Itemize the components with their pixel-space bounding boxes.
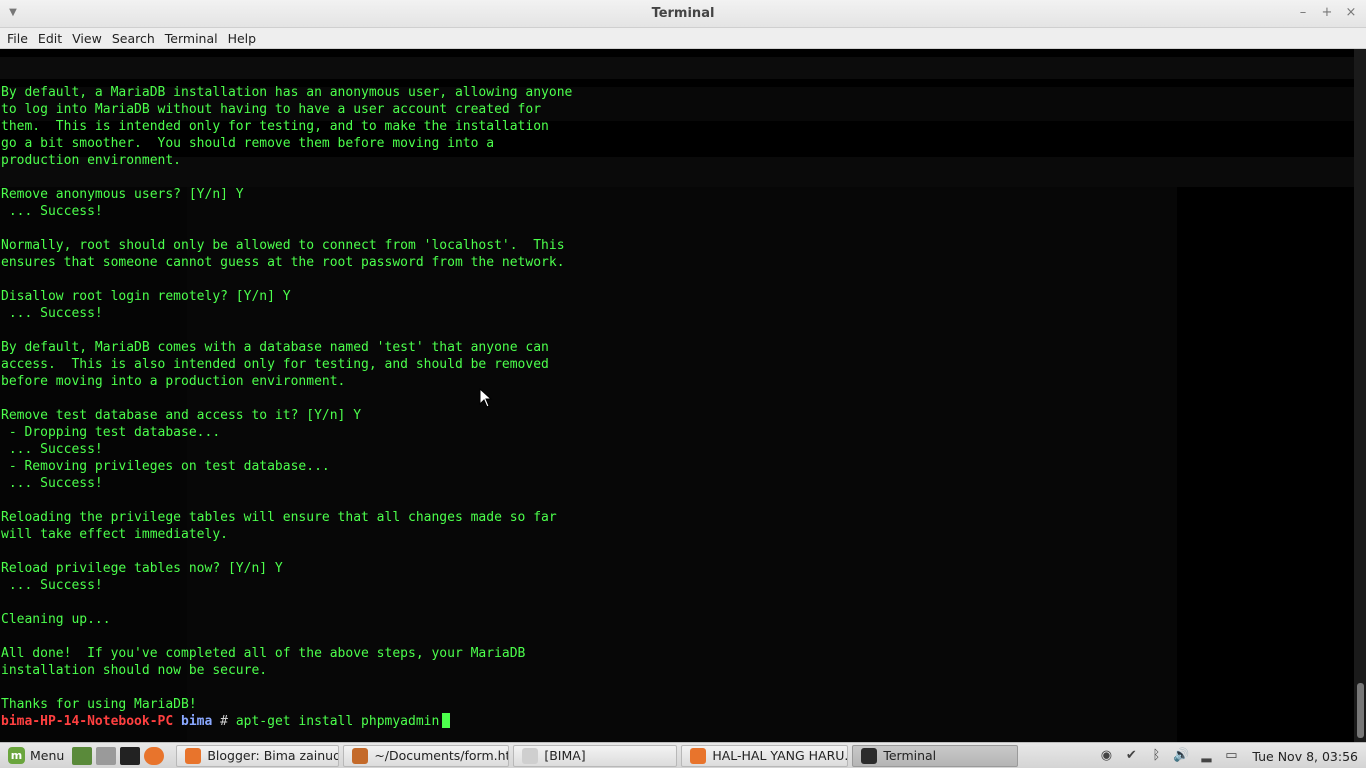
menu-terminal[interactable]: Terminal xyxy=(160,31,223,46)
terminal-line: Disallow root login remotely? [Y/n] Y xyxy=(1,289,291,304)
task-app-icon xyxy=(690,747,707,764)
task-app-icon xyxy=(352,747,369,764)
taskbar-task[interactable]: Terminal xyxy=(852,744,1019,767)
background-window-ghost xyxy=(0,57,1366,79)
clock[interactable]: Tue Nov 8, 03:56 xyxy=(1252,749,1358,764)
task-label: ~/Documents/form.ht... xyxy=(374,748,510,763)
menu-view[interactable]: View xyxy=(67,31,107,46)
shield-check-icon[interactable]: ✔ xyxy=(1123,748,1139,764)
terminal-line: production environment. xyxy=(1,153,182,168)
terminal-line: them. This is intended only for testing,… xyxy=(1,119,549,134)
terminal-launcher-icon[interactable] xyxy=(120,746,141,765)
text-cursor xyxy=(442,713,451,728)
file-manager-icon[interactable] xyxy=(96,746,117,765)
terminal-line: - Removing privileges on test database..… xyxy=(1,459,330,474)
terminal-line: ... Success! xyxy=(1,442,103,457)
menu-help[interactable]: Help xyxy=(223,31,262,46)
terminal-line: Remove test database and access to it? [… xyxy=(1,408,362,423)
prompt-command: apt-get install phpmyadmin xyxy=(235,714,440,729)
minimize-button[interactable]: – xyxy=(1294,4,1312,22)
taskbar-task[interactable]: HAL-HAL YANG HARU... xyxy=(681,744,849,767)
terminal-line: Reload privilege tables now? [Y/n] Y xyxy=(1,561,283,576)
network-signal-icon[interactable]: ▂ xyxy=(1198,748,1214,764)
task-list: Blogger: Bima zainudi... ~/Documents/form… xyxy=(176,743,1022,768)
battery-icon[interactable]: ▭ xyxy=(1223,748,1239,764)
terminal-line: to log into MariaDB without having to ha… xyxy=(1,102,542,117)
terminal-line: Cleaning up... xyxy=(1,612,111,627)
task-label: Blogger: Bima zainudi... xyxy=(207,748,338,763)
task-label: [BIMA] xyxy=(544,748,586,763)
maximize-button[interactable]: + xyxy=(1318,4,1336,22)
scrollbar-thumb[interactable] xyxy=(1357,683,1364,738)
terminal-line: - Dropping test database... xyxy=(1,425,221,440)
menu-edit[interactable]: Edit xyxy=(33,31,67,46)
mint-logo-icon: m xyxy=(8,747,25,764)
window-controls: – + × xyxy=(1294,4,1360,22)
prompt-user-host: bima-HP-14-Notebook-PC xyxy=(1,714,174,729)
terminal-line: ... Success! xyxy=(1,204,103,219)
start-menu-label: Menu xyxy=(30,748,65,763)
taskbar-task[interactable]: ~/Documents/form.ht... xyxy=(343,744,510,767)
terminal-line: By default, a MariaDB installation has a… xyxy=(1,85,573,100)
firefox-launcher-icon[interactable] xyxy=(144,746,165,765)
terminal-line: Normally, root should only be allowed to… xyxy=(1,238,565,253)
terminal-line: access. This is also intended only for t… xyxy=(1,357,549,372)
terminal-prompt-line[interactable]: bima-HP-14-Notebook-PC bima # apt-get in… xyxy=(1,713,572,730)
task-label: Terminal xyxy=(883,748,937,763)
terminal-scrollbar[interactable] xyxy=(1354,49,1366,742)
taskbar: m Menu Blogger: Bima zainudi... ~/Documen… xyxy=(0,742,1366,768)
terminal-line: Thanks for using MariaDB! xyxy=(1,697,197,712)
update-icon[interactable]: ◉ xyxy=(1098,748,1114,764)
terminal-line: ... Success! xyxy=(1,578,103,593)
close-button[interactable]: × xyxy=(1342,4,1360,22)
terminal-line: go a bit smoother. You should remove the… xyxy=(1,136,495,151)
taskbar-task[interactable]: [BIMA] xyxy=(513,744,678,767)
prompt-symbol: # xyxy=(220,714,228,729)
terminal-line: ... Success! xyxy=(1,476,103,491)
task-label: HAL-HAL YANG HARU... xyxy=(712,748,849,763)
task-app-icon xyxy=(185,747,202,764)
mouse-pointer-icon xyxy=(479,388,493,408)
terminal-line: will take effect immediately. xyxy=(1,527,228,542)
terminal-line: ... Success! xyxy=(1,306,103,321)
window-titlebar[interactable]: ▼ Terminal – + × xyxy=(0,0,1366,28)
terminal-line: ensures that someone cannot guess at the… xyxy=(1,255,565,270)
terminal-line: Reloading the privilege tables will ensu… xyxy=(1,510,557,525)
terminal-area[interactable]: By default, a MariaDB installation has a… xyxy=(0,49,1366,742)
terminal-line: All done! If you've completed all of the… xyxy=(1,646,526,661)
volume-icon[interactable]: 🔊 xyxy=(1173,748,1189,764)
window-title: Terminal xyxy=(651,6,715,21)
show-desktop-icon[interactable] xyxy=(72,746,93,765)
menu-file[interactable]: File xyxy=(2,31,33,46)
start-menu-button[interactable]: m Menu xyxy=(0,743,70,768)
taskbar-task[interactable]: Blogger: Bima zainudi... xyxy=(176,744,340,767)
menubar: File Edit View Search Terminal Help xyxy=(0,28,1366,49)
task-app-icon xyxy=(861,747,878,764)
prompt-directory: bima xyxy=(181,714,213,729)
terminal-line: Remove anonymous users? [Y/n] Y xyxy=(1,187,244,202)
terminal-line: By default, MariaDB comes with a databas… xyxy=(1,340,549,355)
terminal-line: installation should now be secure. xyxy=(1,663,268,678)
bluetooth-icon[interactable]: ᛒ xyxy=(1148,748,1164,764)
menu-search[interactable]: Search xyxy=(107,31,160,46)
system-tray: ◉ ✔ ᛒ 🔊 ▂ ▭ Tue Nov 8, 03:56 xyxy=(1098,743,1358,768)
task-app-icon xyxy=(522,747,539,764)
